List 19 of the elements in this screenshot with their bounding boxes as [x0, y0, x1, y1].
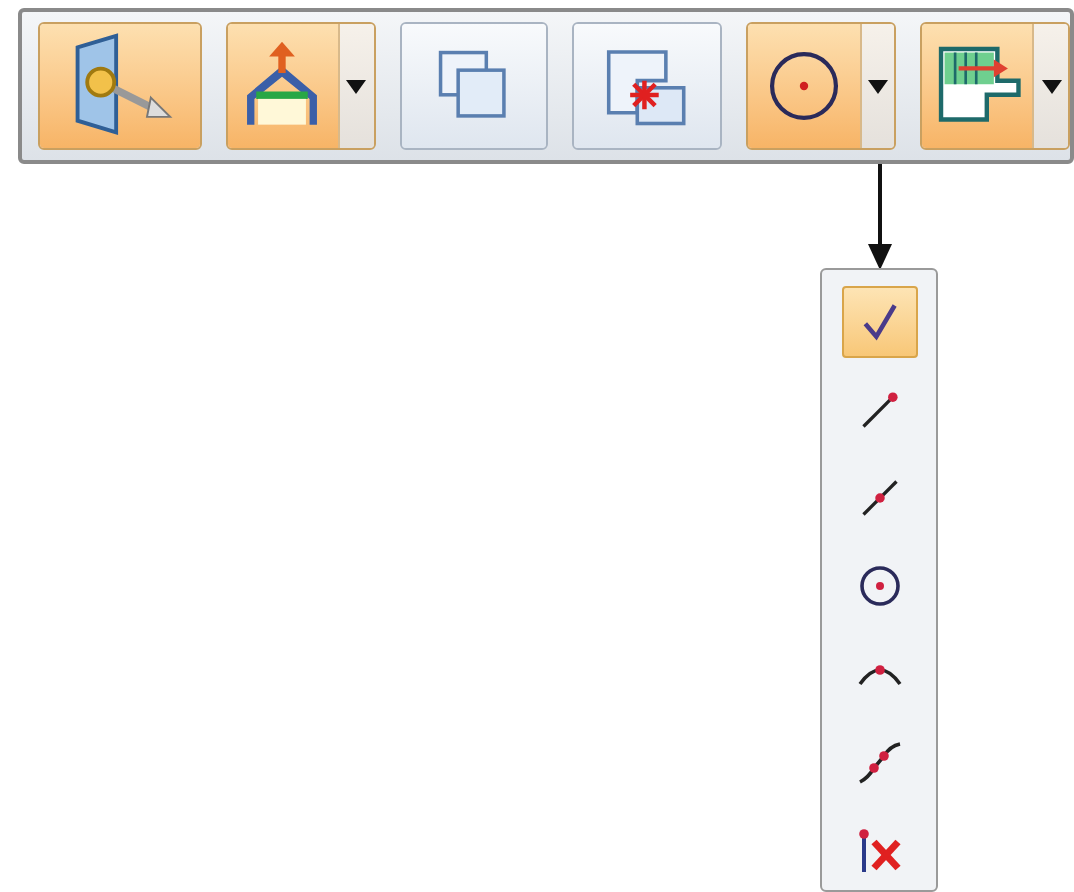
line-endpoint-icon	[857, 388, 901, 432]
toolbar-button[interactable]	[40, 24, 200, 148]
curve-points-icon	[855, 738, 903, 786]
circle-center-icon	[855, 562, 903, 610]
dropdown-arrow-button[interactable]	[338, 24, 374, 148]
arc-point-icon	[857, 663, 901, 685]
clear-points-icon	[855, 826, 903, 874]
dropdown-arrow-button[interactable]	[859, 24, 895, 148]
toolbar-button[interactable]	[574, 24, 721, 148]
line-midpoint-icon	[857, 476, 901, 520]
caret-icon	[1041, 79, 1062, 93]
toolbar-button[interactable]	[922, 24, 1033, 148]
connector-arrow	[868, 164, 892, 270]
dropdown-arrow-button[interactable]	[1032, 24, 1068, 148]
toolbar-button[interactable]	[227, 24, 339, 148]
caret-icon	[346, 79, 367, 93]
toolbar-button[interactable]	[748, 24, 860, 148]
caret-icon	[867, 79, 888, 93]
menu-item[interactable]	[841, 286, 917, 358]
